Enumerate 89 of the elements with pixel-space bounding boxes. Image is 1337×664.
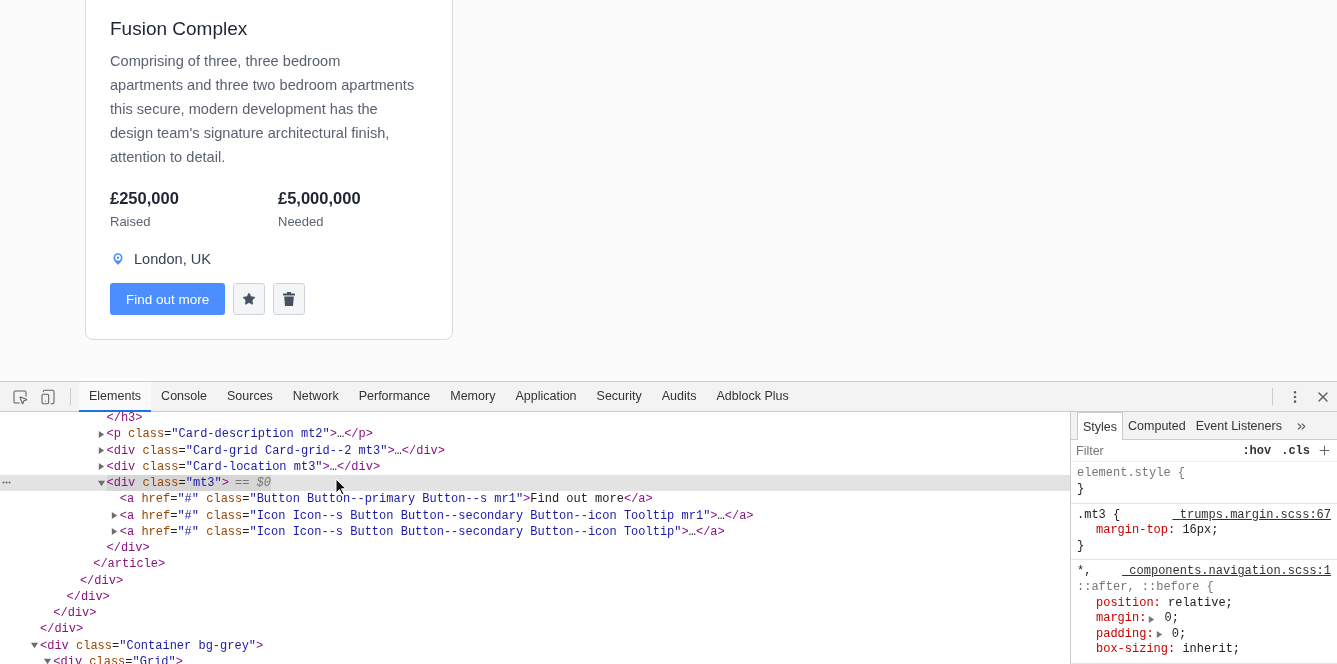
expanded-arrow-icon[interactable]: [96, 478, 106, 488]
collapsed-arrow-icon[interactable]: [96, 462, 106, 472]
dom-tree-row[interactable]: <a href="#" class="Icon Icon--s Button Button--secondary Button--icon Tooltip">…</a>: [0, 523, 1070, 540]
tag-code: <div class="Container bg-grey">: [40, 637, 264, 654]
css-property-name: box-sizing:: [1096, 642, 1176, 658]
dom-tree-row[interactable]: <div class="Grid">: [0, 653, 1070, 664]
filter-toggle-button[interactable]: :hov: [1237, 443, 1277, 458]
stat-value: £5,000,000: [278, 188, 362, 209]
css-property-value: 16px;: [1181, 523, 1219, 539]
dom-tree-row[interactable]: </div>: [0, 621, 1070, 638]
dom-tree-row[interactable]: <p class="Card-description mt2">…</p>: [0, 426, 1070, 443]
expanded-arrow-icon[interactable]: [30, 641, 39, 651]
css-property-name: position:: [1096, 595, 1161, 612]
expanded-arrow-icon[interactable]: [43, 657, 53, 664]
tag-code: <div class="Card-grid Card-grid--2 mt3">…</div>: [106, 442, 445, 459]
devtools-tab[interactable]: Performance: [348, 382, 441, 412]
closing-tag: </div>: [40, 621, 84, 638]
tag-code: <div class="mt3"> == $0: [106, 475, 271, 492]
devtools-tab[interactable]: Elements: [79, 382, 152, 412]
delete-button[interactable]: [273, 283, 306, 315]
tag-code: <div class="Grid">: [53, 653, 183, 664]
css-selector: .mt3 {: [1077, 507, 1121, 524]
css-selector: element.style {: [1077, 466, 1186, 483]
css-property-name: margin:: [1096, 611, 1147, 627]
css-property-value: 0;: [1170, 626, 1187, 643]
trash-icon: [283, 292, 296, 306]
css-property-value: 0;: [1163, 611, 1180, 627]
favourite-button[interactable]: [233, 283, 266, 315]
source-link[interactable]: _components.navigation.scss:1: [1122, 564, 1331, 581]
stat-label: Raised: [110, 213, 152, 231]
css-property-value: inherit;: [1181, 642, 1241, 658]
dom-tree-row[interactable]: </div>: [0, 572, 1070, 589]
collapsed-arrow-icon[interactable]: [96, 446, 106, 456]
expand-arrow-icon[interactable]: [1147, 614, 1157, 624]
dom-tree-row[interactable]: <div class="mt3"> == $0: [0, 475, 1070, 492]
closing-tag: </div>: [79, 572, 124, 589]
css-property-name: margin-top:: [1096, 523, 1176, 539]
source-link[interactable]: _trumps.margin.scss:67: [1172, 507, 1331, 524]
css-selector: ::after, ::before {: [1077, 580, 1214, 596]
expand-arrow-icon[interactable]: [1154, 630, 1164, 640]
dom-tree-row[interactable]: <div class="Card-location mt3">…</div>: [0, 458, 1070, 475]
styles-pane-tab[interactable]: Computed: [1123, 413, 1191, 439]
dom-tree-row[interactable]: <a href="#" class="Icon Icon--s Button Button--secondary Button--icon Tooltip mr1">…</a>: [0, 507, 1070, 524]
closing-tag: </div>: [66, 588, 110, 605]
dom-tree-row[interactable]: </div>: [0, 540, 1070, 557]
closing-brace: }: [1077, 482, 1086, 498]
dom-tree-row[interactable]: <div class="Card-grid Card-grid--2 mt3">…</div>: [0, 442, 1070, 459]
devtools-tab[interactable]: Adblock Plus: [706, 382, 799, 412]
collapsed-arrow-icon[interactable]: [109, 527, 119, 537]
dom-tree-row[interactable]: <div class="Container bg-grey">: [0, 637, 1070, 654]
collapsed-arrow-icon[interactable]: [96, 429, 106, 439]
dom-tree-row[interactable]: </div>: [0, 588, 1070, 605]
devtools-tab[interactable]: Memory: [440, 382, 506, 412]
styles-pane-tab[interactable]: Styles: [1077, 412, 1124, 440]
star-icon: [242, 292, 257, 306]
tag-code: <p class="Card-description mt2">…</p>: [106, 426, 373, 443]
tag-code: <div class="Card-location mt3">…</div>: [106, 458, 381, 475]
dom-tree-row[interactable]: </div>: [0, 605, 1070, 622]
css-property-name: padding:: [1096, 626, 1154, 643]
more-icon[interactable]: [2, 481, 11, 484]
styles-pane-tab[interactable]: Event Listeners: [1190, 413, 1287, 439]
location-pin-icon: [110, 251, 126, 267]
css-property-value: relative;: [1167, 595, 1233, 612]
tag-code: <a href="#" class="Icon Icon--s Button Button--secondary Button--icon Tooltip mr1">…</a>: [119, 507, 754, 524]
card-description: Comprising of three, three bedroom apartments and three two bedroom apartments this secure, modern development has the design team's signature architectural finish, attention to detail.: [110, 52, 416, 167]
stat-value: £250,000: [110, 188, 180, 209]
devtools-tab[interactable]: Console: [151, 382, 217, 412]
closing-tag: </h3>: [106, 412, 143, 427]
devtools-tab[interactable]: Network: [282, 382, 349, 412]
tag-code: <a href="#" class="Button Button--primary Button--s mr1">Find out more</a>: [119, 491, 653, 508]
location-text: London, UK: [134, 251, 212, 267]
collapsed-arrow-icon[interactable]: [109, 511, 119, 521]
card-title: Fusion Complex: [110, 17, 249, 41]
devtools-tab[interactable]: Sources: [217, 382, 283, 412]
closing-tag: </div>: [106, 540, 150, 557]
stat-label: Needed: [278, 213, 325, 231]
devtools-tab[interactable]: Audits: [651, 382, 707, 412]
closing-brace: }: [1077, 538, 1086, 555]
dom-tree-row[interactable]: </article>: [0, 556, 1070, 573]
css-selector: *,: [1077, 564, 1092, 581]
filter-toggle-button[interactable]: .cls: [1276, 443, 1315, 458]
dom-tree-row[interactable]: </h3>: [0, 412, 1070, 427]
closing-tag: </div>: [53, 605, 97, 622]
filter-input[interactable]: Filter: [1076, 443, 1238, 458]
closing-tag: </article>: [93, 556, 166, 573]
devtools-tab[interactable]: Application: [505, 382, 587, 412]
devtools-tab[interactable]: Security: [586, 382, 652, 412]
dom-tree-row[interactable]: <a href="#" class="Button Button--primary Button--s mr1">Find out more</a>: [0, 491, 1070, 508]
tag-code: <a href="#" class="Icon Icon--s Button Button--secondary Button--icon Tooltip">…</a>: [119, 523, 725, 540]
